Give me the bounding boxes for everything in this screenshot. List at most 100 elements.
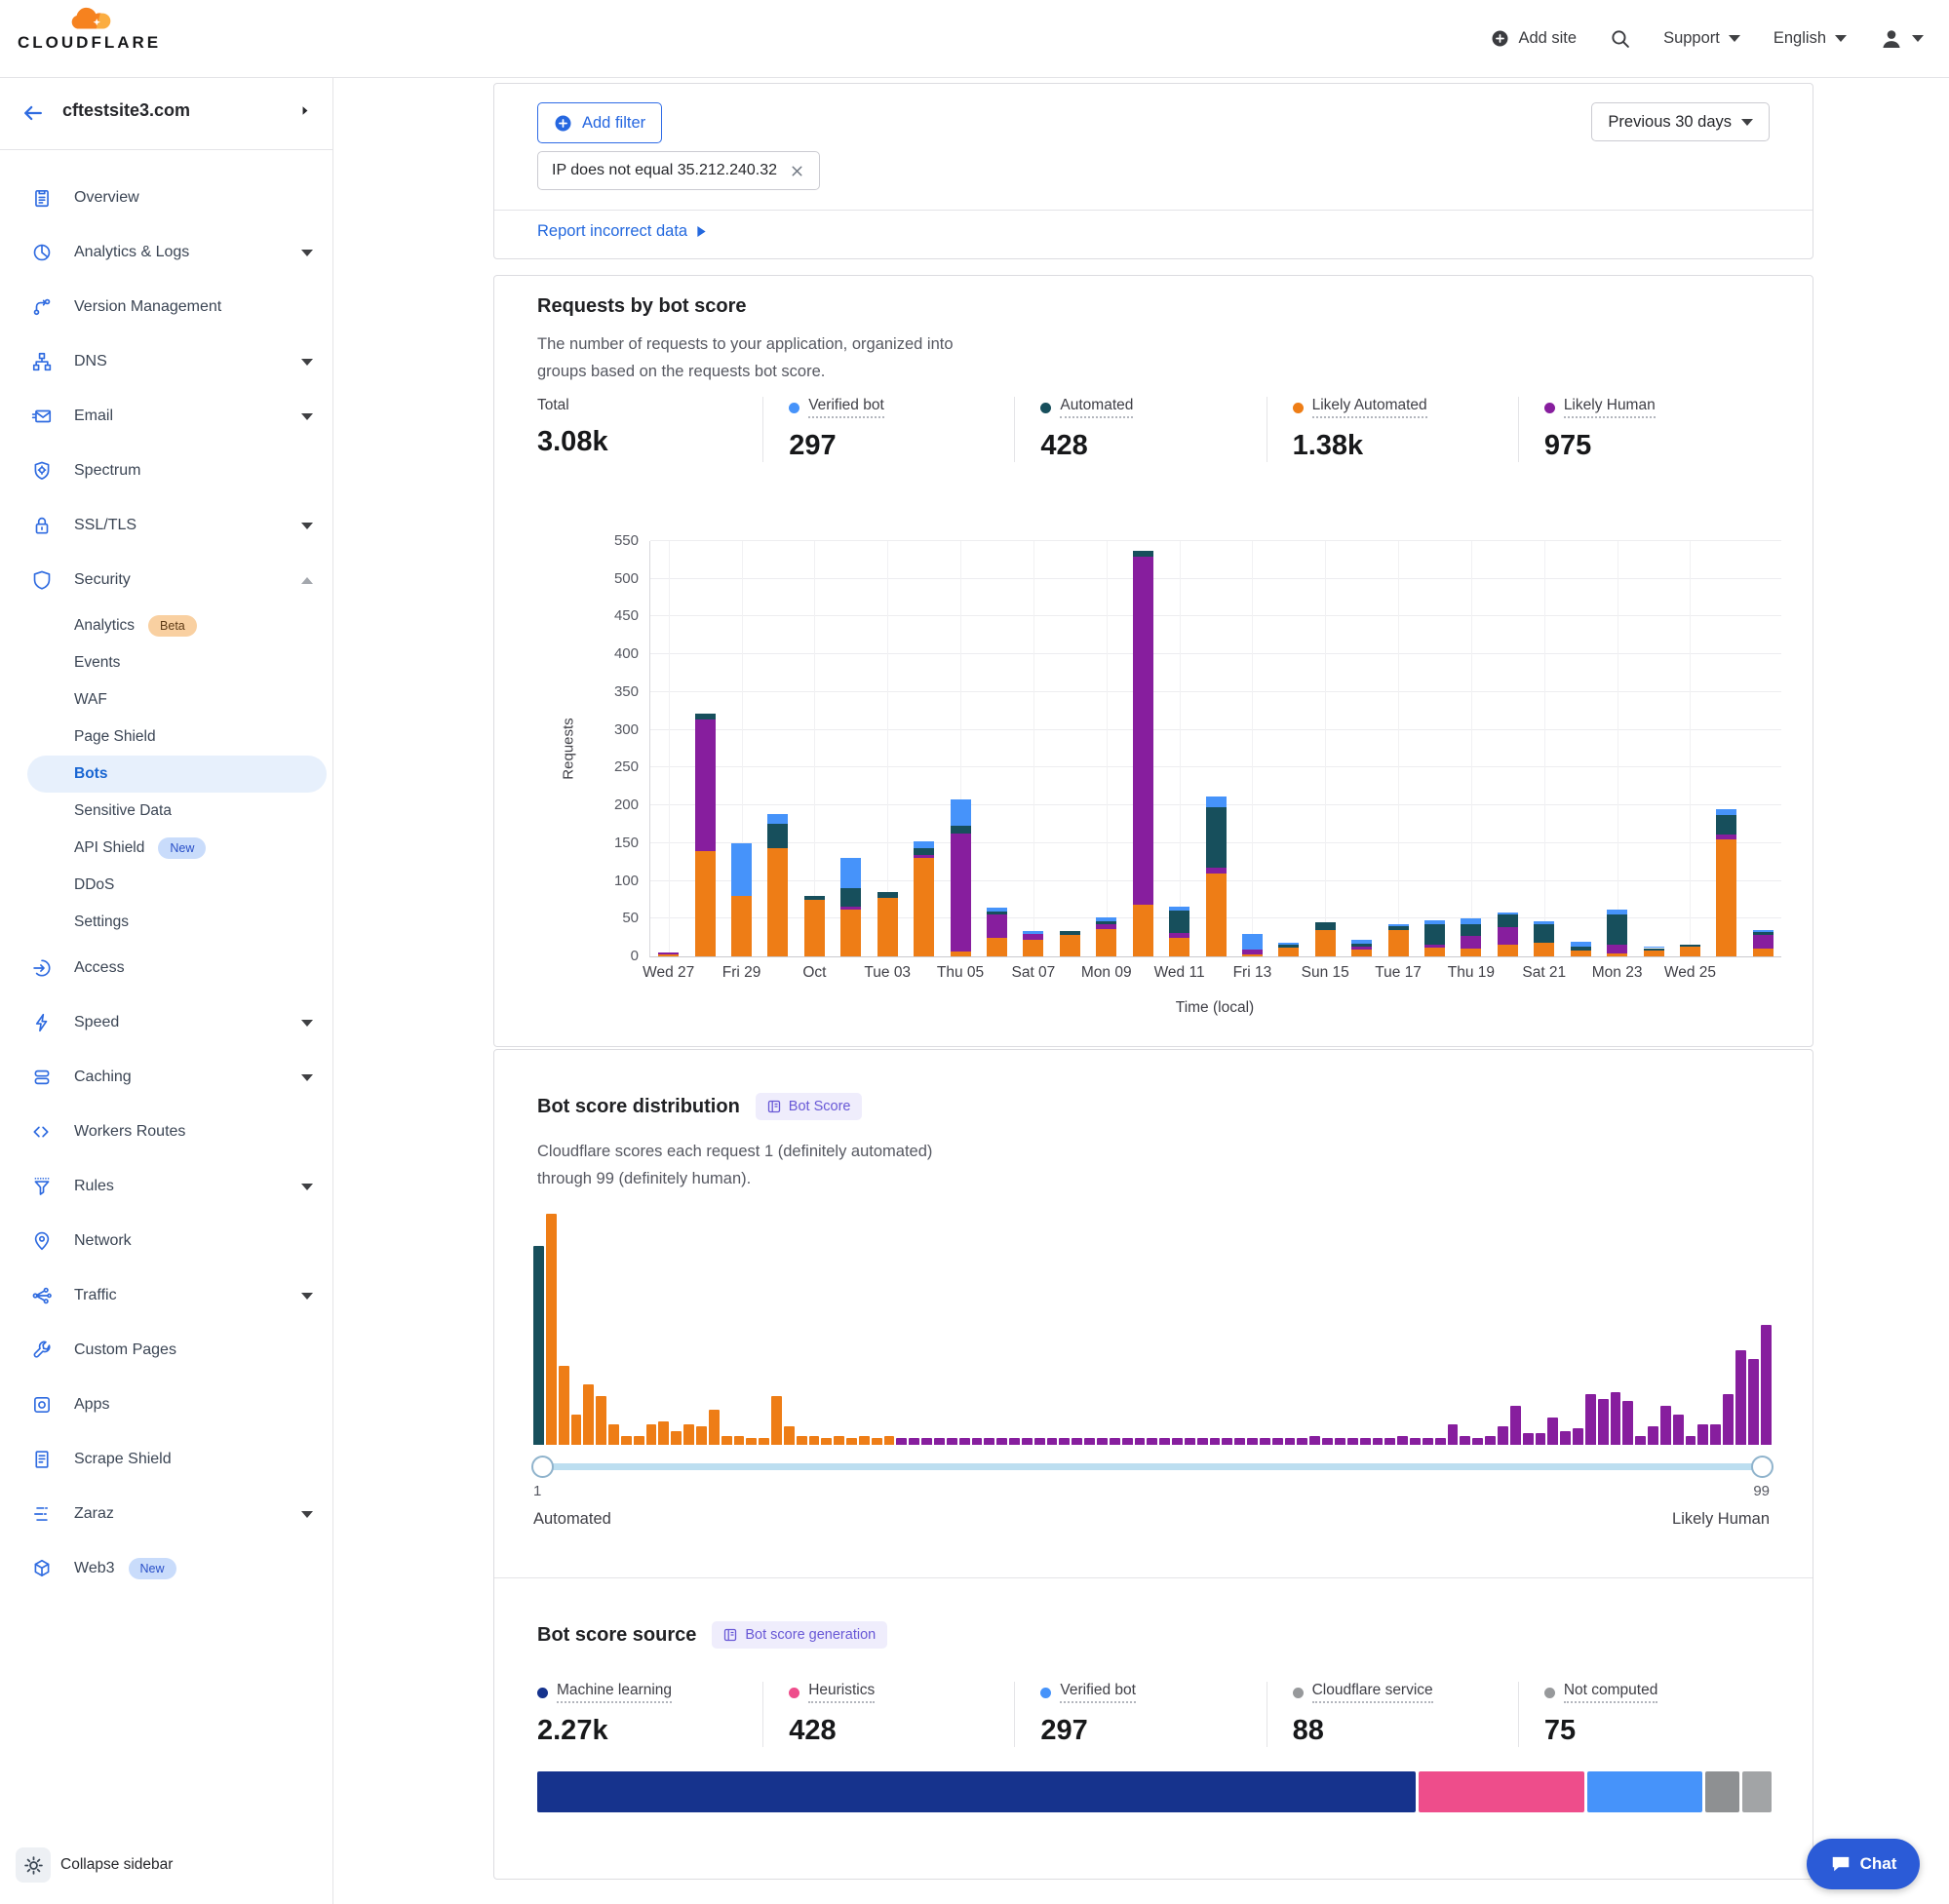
report-incorrect-data-link[interactable]: Report incorrect data (537, 222, 707, 241)
date-range-select[interactable]: Previous 30 days (1591, 102, 1770, 141)
sidebar-item-api-shield[interactable]: API ShieldNew (27, 830, 327, 867)
histogram-bar-score-70 (1397, 1436, 1408, 1445)
sidebar-item-ssl-tls[interactable]: SSL/TLS (0, 498, 332, 553)
sidebar-item-network[interactable]: Network (0, 1214, 332, 1268)
histogram-bar-score-83 (1560, 1431, 1571, 1445)
sidebar-item-sensitive-data[interactable]: Sensitive Data (27, 793, 327, 830)
bar-segment-likely_automated (1023, 940, 1043, 956)
histogram-bar-score-31 (909, 1438, 919, 1445)
bar-segment-verified_bot (767, 814, 788, 823)
bar-segment-automated (1607, 914, 1627, 945)
sidebar-item-speed[interactable]: Speed (0, 995, 332, 1050)
sidebar-item-caching[interactable]: Caching (0, 1050, 332, 1105)
sidebar-item-events[interactable]: Events (27, 644, 327, 681)
back-arrow-icon[interactable] (21, 101, 45, 125)
sidebar-item-label: Caching (74, 1069, 132, 1086)
bar-segment-likely_human (1461, 936, 1481, 949)
gridline (650, 766, 1781, 767)
histogram-bar-score-75 (1460, 1436, 1470, 1445)
stat-label[interactable]: Likely Automated (1312, 397, 1427, 418)
bar-segment-automated (1571, 947, 1591, 951)
account-menu[interactable] (1880, 27, 1924, 51)
sidebar-item-label: Spectrum (74, 462, 140, 480)
sidebar-item-label: API Shield (74, 839, 144, 857)
sidebar-item-settings[interactable]: Settings (27, 904, 327, 941)
search-button[interactable] (1610, 28, 1630, 49)
chevron-down-icon (301, 1293, 313, 1300)
stat-label[interactable]: Not computed (1564, 1682, 1658, 1703)
bar-segment-likely_automated (951, 952, 971, 956)
remove-filter-icon[interactable] (789, 163, 805, 179)
sidebar-item-version-management[interactable]: Version Management (0, 280, 332, 334)
sidebar-item-traffic[interactable]: Traffic (0, 1268, 332, 1323)
bar-segment-verified_bot (1716, 809, 1736, 815)
add-filter-button[interactable]: Add filter (537, 102, 662, 143)
chevron-down-icon (301, 250, 313, 256)
source-title-row: Bot score source Bot score generation (537, 1621, 887, 1649)
sidebar-item-bots[interactable]: Bots (27, 756, 327, 793)
sidebar-item-zaraz[interactable]: Zaraz (0, 1487, 332, 1541)
distribution-description: Cloudflare scores each request 1 (defini… (537, 1138, 932, 1192)
stat-value: 88 (1293, 1715, 1518, 1747)
stat-label[interactable]: Machine learning (557, 1682, 672, 1703)
site-switcher-caret-icon[interactable] (298, 104, 311, 117)
stat-automated: Automated428 (1014, 397, 1266, 462)
sidebar-item-web3[interactable]: Web3New (0, 1541, 332, 1596)
sidebar-item-overview[interactable]: Overview (0, 171, 332, 225)
funnel-icon (29, 1176, 55, 1197)
bar-segment-automated (1388, 926, 1409, 930)
slider-handle-max[interactable] (1751, 1456, 1774, 1478)
doc-icon (29, 1449, 55, 1470)
stat-label[interactable]: Verified bot (808, 397, 884, 418)
doc-icon (767, 1100, 781, 1113)
sidebar-item-access[interactable]: Access (0, 941, 332, 995)
sidebar-item-custom-pages[interactable]: Custom Pages (0, 1323, 332, 1378)
sidebar-item-workers-routes[interactable]: Workers Routes (0, 1105, 332, 1159)
bot-score-generation-badge[interactable]: Bot score generation (712, 1621, 887, 1649)
chat-button[interactable]: Chat (1807, 1839, 1920, 1889)
bar-segment-automated (804, 896, 825, 900)
sidebar-item-scrape-shield[interactable]: Scrape Shield (0, 1432, 332, 1487)
sidebar-item-waf[interactable]: WAF (27, 681, 327, 719)
sidebar-item-page-shield[interactable]: Page Shield (27, 719, 327, 756)
sidebar-item-security[interactable]: Security (0, 553, 332, 607)
language-menu[interactable]: English (1774, 29, 1847, 48)
histogram-bar-score-97 (1735, 1350, 1746, 1445)
histogram-bar-score-35 (959, 1438, 970, 1445)
histogram-bar-score-54 (1197, 1438, 1208, 1445)
score-range-slider[interactable] (533, 1463, 1772, 1470)
stat-label[interactable]: Verified bot (1060, 1682, 1136, 1703)
gridline (650, 691, 1781, 692)
histogram-bar-score-55 (1210, 1438, 1221, 1445)
stat-label[interactable]: Automated (1060, 397, 1133, 418)
histogram-bar-score-32 (921, 1438, 932, 1445)
histogram-bar-score-57 (1234, 1438, 1245, 1445)
sidebar-item-analytics-logs[interactable]: Analytics & Logs (0, 225, 332, 280)
requests-stats-row: Total3.08kVerified bot297Automated428Lik… (537, 397, 1770, 462)
sidebar-item-dns[interactable]: DNS (0, 334, 332, 389)
sidebar-item-ddos[interactable]: DDoS (27, 867, 327, 904)
sidebar-item-apps[interactable]: Apps (0, 1378, 332, 1432)
add-site-button[interactable]: Add site (1491, 29, 1577, 48)
slider-handle-min[interactable] (531, 1456, 554, 1478)
branch-icon (29, 296, 55, 318)
stat-label: Total (537, 397, 569, 414)
sidebar-item-label: Scrape Shield (74, 1451, 172, 1468)
sidebar-item-label: Events (74, 654, 120, 672)
stat-label[interactable]: Heuristics (808, 1682, 875, 1703)
sidebar-item-email[interactable]: Email (0, 389, 332, 444)
bot-score-badge[interactable]: Bot Score (756, 1093, 863, 1120)
sidebar-item-analytics[interactable]: AnalyticsBeta (27, 607, 327, 644)
histogram-bar-score-88 (1622, 1401, 1633, 1445)
sidebar-item-spectrum[interactable]: Spectrum (0, 444, 332, 498)
support-menu[interactable]: Support (1663, 29, 1740, 48)
filter-chip[interactable]: IP does not equal 35.212.240.32 (537, 151, 820, 190)
settings-gear-button[interactable] (16, 1847, 51, 1883)
collapse-sidebar-button[interactable]: Collapse sidebar (60, 1856, 173, 1874)
sidebar-item-rules[interactable]: Rules (0, 1159, 332, 1214)
bar-segment-likely_human (658, 952, 679, 954)
stat-label[interactable]: Cloudflare service (1312, 1682, 1433, 1703)
stat-label[interactable]: Likely Human (1564, 397, 1656, 418)
add-circle-icon (554, 114, 572, 133)
y-tick-label: 150 (592, 835, 639, 851)
